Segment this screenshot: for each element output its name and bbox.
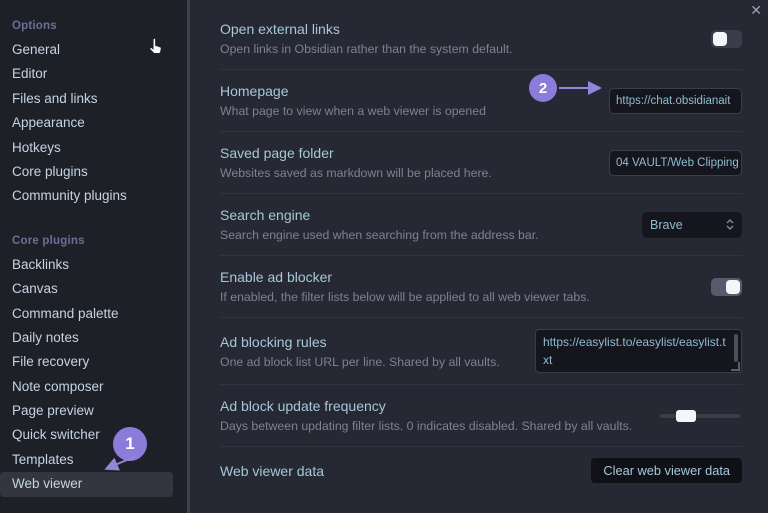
slider-thumb[interactable] xyxy=(676,409,696,422)
setting-row-web-viewer-data: Web viewer data Clear web viewer data xyxy=(220,447,742,494)
sidebar-item-web-viewer[interactable]: Web viewer xyxy=(0,472,173,497)
sidebar-item-canvas[interactable]: Canvas xyxy=(0,277,187,301)
setting-row-search-engine: Search engine Search engine used when sea… xyxy=(220,194,742,256)
setting-info: Homepage What page to view when a web vie… xyxy=(220,81,486,120)
setting-control: https://easylist.to/easylist/easylist.tx… xyxy=(535,329,742,373)
setting-control xyxy=(660,409,742,422)
setting-info: Web viewer data xyxy=(220,461,324,481)
setting-info: Ad block update frequency Days between up… xyxy=(220,396,632,435)
resize-grip-icon[interactable] xyxy=(731,362,740,371)
toggle-knob xyxy=(713,31,727,46)
setting-control: 04 VAULT/Web Clipping xyxy=(609,149,742,176)
sidebar-item-quick-switcher[interactable]: Quick switcher xyxy=(0,423,187,447)
setting-row-open-external-links: Open external links Open links in Obsidia… xyxy=(220,8,742,70)
setting-description: Websites saved as markdown will be place… xyxy=(220,166,492,180)
sidebar-item-files-and-links[interactable]: Files and links xyxy=(0,87,187,111)
setting-name: Enable ad blocker xyxy=(220,269,333,285)
setting-control: https://chat.obsidianait xyxy=(609,87,742,114)
setting-description: One ad block list URL per line. Shared b… xyxy=(220,354,500,369)
sidebar-item-page-preview[interactable]: Page preview xyxy=(0,399,187,423)
toggle-knob xyxy=(726,279,740,294)
sidebar-item-general[interactable]: General xyxy=(0,38,187,62)
setting-name: Ad blocking rules xyxy=(220,333,327,350)
sidebar-section-gap xyxy=(0,209,187,229)
setting-name: Saved page folder xyxy=(220,145,334,161)
setting-name: Web viewer data xyxy=(220,462,325,479)
setting-name: Homepage xyxy=(220,83,289,99)
setting-row-ad-blocking-rules: Ad blocking rules One ad block list URL p… xyxy=(220,318,742,385)
setting-control xyxy=(711,277,742,296)
sidebar-item-backlinks[interactable]: Backlinks xyxy=(0,253,187,277)
setting-info: Open external links Open links in Obsidia… xyxy=(220,19,513,58)
scrollbar-thumb[interactable] xyxy=(734,334,738,362)
setting-name: Search engine xyxy=(220,207,311,223)
dropdown-value: Brave xyxy=(650,217,683,232)
setting-name: Open external links xyxy=(220,21,340,37)
setting-row-ad-block-update-frequency: Ad block update frequency Days between up… xyxy=(220,385,742,447)
settings-panel: Open external links Open links in Obsidia… xyxy=(190,0,768,513)
setting-description: Open links in Obsidian rather than the s… xyxy=(220,42,513,56)
sidebar-section-header-options: Options xyxy=(12,20,57,32)
setting-row-saved-page-folder: Saved page folder Websites saved as markd… xyxy=(220,132,742,194)
chevron-up-down-icon xyxy=(726,219,734,230)
homepage-input[interactable]: https://chat.obsidianait xyxy=(609,87,742,114)
setting-control: Brave xyxy=(642,211,742,238)
sidebar-item-templates[interactable]: Templates xyxy=(0,448,187,472)
setting-control: Clear web viewer data xyxy=(591,458,742,483)
setting-control xyxy=(711,29,742,48)
sidebar-item-editor[interactable]: Editor xyxy=(0,62,187,86)
setting-row-enable-ad-blocker: Enable ad blocker If enabled, the filter … xyxy=(220,256,742,318)
sidebar-item-appearance[interactable]: Appearance xyxy=(0,111,187,135)
sidebar-item-core-plugins[interactable]: Core plugins xyxy=(0,160,187,184)
ad-blocking-rules-textarea[interactable]: https://easylist.to/easylist/easylist.tx… xyxy=(535,329,742,373)
enable-ad-blocker-toggle[interactable] xyxy=(711,277,742,296)
setting-info: Search engine Search engine used when sea… xyxy=(220,205,539,244)
sidebar-item-daily-notes[interactable]: Daily notes xyxy=(0,326,187,350)
close-icon[interactable]: ✕ xyxy=(750,1,762,19)
setting-info: Saved page folder Websites saved as markd… xyxy=(220,143,492,182)
setting-name: Ad block update frequency xyxy=(220,398,386,414)
sidebar-item-community-plugins[interactable]: Community plugins xyxy=(0,184,187,208)
setting-description: What page to view when a web viewer is o… xyxy=(220,104,486,118)
setting-row-homepage: Homepage What page to view when a web vie… xyxy=(220,70,742,132)
open-external-links-toggle[interactable] xyxy=(711,29,742,48)
ad-block-update-frequency-slider[interactable] xyxy=(660,409,740,422)
search-engine-dropdown[interactable]: Brave xyxy=(642,211,742,238)
settings-sidebar: Options General Editor Files and links Appea… xyxy=(0,0,187,513)
sidebar-item-hotkeys[interactable]: Hotkeys xyxy=(0,136,187,160)
setting-description: Days between updating filter lists. 0 in… xyxy=(220,419,633,433)
setting-description: If enabled, the filter lists below will … xyxy=(220,290,590,304)
clear-web-viewer-data-button[interactable]: Clear web viewer data xyxy=(591,458,742,483)
setting-info: Enable ad blocker If enabled, the filter … xyxy=(220,267,590,306)
sidebar-item-file-recovery[interactable]: File recovery xyxy=(0,350,187,374)
sidebar-item-note-composer[interactable]: Note composer xyxy=(0,375,187,399)
sidebar-item-command-palette[interactable]: Command palette xyxy=(0,302,187,326)
setting-description: Search engine used when searching from t… xyxy=(220,228,539,242)
setting-info: Ad blocking rules One ad block list URL p… xyxy=(220,332,500,371)
sidebar-section-header-core-plugins: Core plugins xyxy=(12,234,85,247)
saved-page-folder-input[interactable]: 04 VAULT/Web Clipping xyxy=(609,149,742,176)
